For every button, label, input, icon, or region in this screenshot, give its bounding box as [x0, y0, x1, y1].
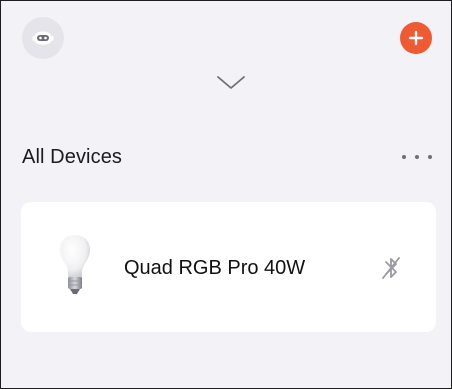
- more-horizontal-icon: [402, 155, 406, 159]
- app-screen: All Devices Quad RGB Pro 40W: [0, 0, 452, 389]
- device-name: Quad RGB Pro 40W: [124, 257, 306, 279]
- section-title: All Devices: [22, 146, 123, 168]
- plus-icon: [408, 30, 424, 46]
- profile-avatar-button[interactable]: [22, 17, 64, 59]
- add-device-button[interactable]: [400, 22, 432, 54]
- device-card[interactable]: Quad RGB Pro 40W: [21, 202, 436, 332]
- chevron-down-icon: [217, 76, 245, 89]
- more-options-button[interactable]: [402, 147, 432, 167]
- light-bulb-icon: [60, 235, 90, 294]
- collapse-toggle-button[interactable]: [214, 71, 248, 93]
- bluetooth-disconnected-icon: [382, 257, 400, 279]
- robot-avatar-icon: [32, 31, 54, 45]
